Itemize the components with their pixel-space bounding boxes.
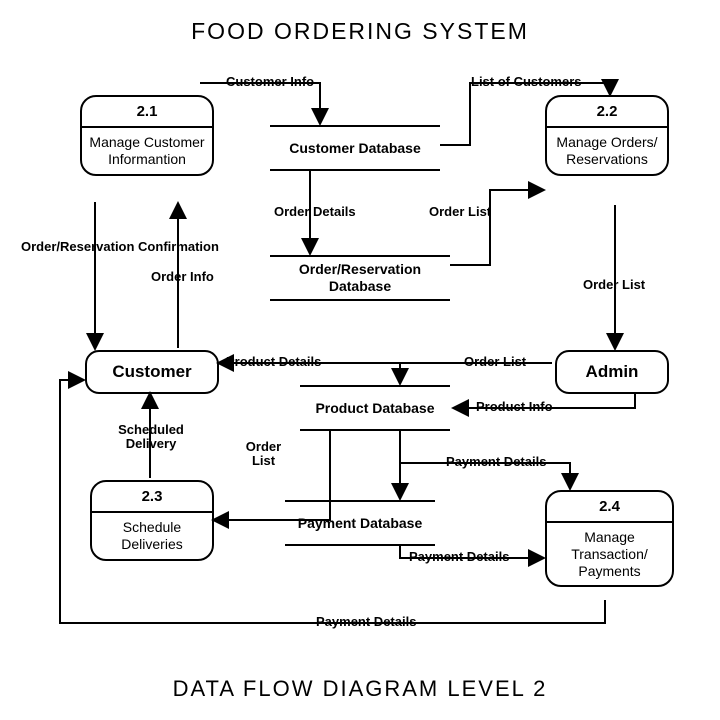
flow-label: Customer Info [225, 75, 315, 89]
flow-label: Order Details [273, 205, 357, 219]
process-2-2: 2.2 Manage Orders/ Reservations [545, 95, 669, 176]
flow-label: Order List [582, 278, 646, 292]
process-2-3: 2.3 Schedule Deliveries [90, 480, 214, 561]
diagram-canvas: 2.1 Manage Customer Informantion 2.2 Man… [0, 60, 720, 660]
process-label: Manage Customer Informantion [82, 128, 212, 174]
process-2-4: 2.4 Manage Transaction/ Payments [545, 490, 674, 587]
page-subtitle: DATA FLOW DIAGRAM LEVEL 2 [0, 676, 720, 702]
process-2-1: 2.1 Manage Customer Informantion [80, 95, 214, 176]
process-label: Manage Orders/ Reservations [547, 128, 667, 174]
flow-label: Product Info [475, 400, 554, 414]
process-number: 2.3 [92, 482, 212, 513]
flow-label: Payment Details [408, 550, 510, 564]
store-product-db: Product Database [300, 385, 450, 431]
entity-customer: Customer [85, 350, 219, 394]
flow-label: List of Customers [470, 75, 583, 89]
flow-label: Order List [463, 355, 527, 369]
flow-label: Order/Reservation Confirmation [20, 240, 220, 254]
page-title: FOOD ORDERING SYSTEM [0, 0, 720, 55]
entity-admin: Admin [555, 350, 669, 394]
flow-label: Payment Details [315, 615, 417, 629]
process-label: Manage Transaction/ Payments [547, 523, 672, 585]
store-payment-db: Payment Database [285, 500, 435, 546]
flow-label: Order List [428, 205, 492, 219]
process-number: 2.2 [547, 97, 667, 128]
flow-label: Order Info [150, 270, 215, 284]
process-label: Schedule Deliveries [92, 513, 212, 559]
flow-label: Order List [240, 440, 287, 469]
store-customer-db: Customer Database [270, 125, 440, 171]
process-number: 2.1 [82, 97, 212, 128]
flow-label: Product Details [225, 355, 322, 369]
store-order-db: Order/Reservation Database [270, 255, 450, 301]
flow-label: Payment Details [445, 455, 547, 469]
process-number: 2.4 [547, 492, 672, 523]
flow-label: Scheduled Delivery [110, 423, 192, 452]
